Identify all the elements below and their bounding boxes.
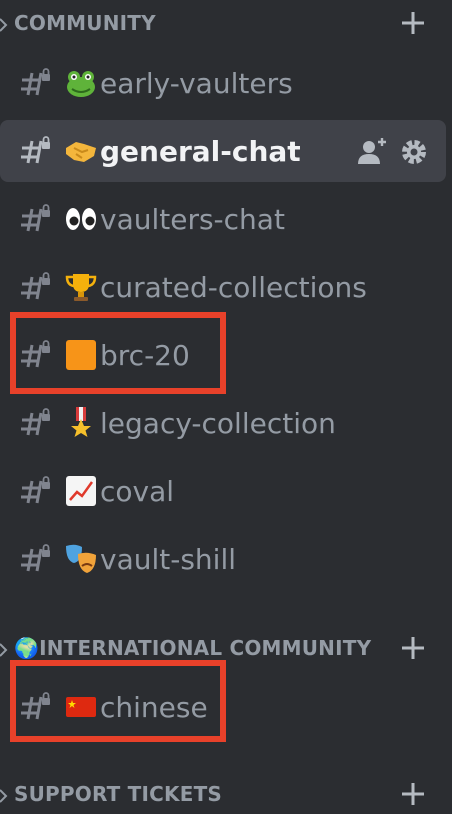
frog-emoji-icon	[67, 71, 95, 97]
category-community[interactable]: COMMUNITY	[0, 3, 452, 43]
china-flag-emoji-icon	[66, 697, 96, 717]
channel-early-vaulters[interactable]: early-vaulters	[0, 52, 446, 114]
channel-curated-collections[interactable]: curated-collections	[0, 256, 446, 318]
channel-coval[interactable]: coval	[0, 460, 446, 522]
channel-label: general-chat	[100, 134, 301, 168]
chevron-down-icon	[0, 18, 8, 32]
chevron-down-icon	[0, 643, 8, 657]
add-channel-icon[interactable]	[398, 8, 428, 38]
invite-user-icon[interactable]	[356, 136, 388, 168]
channel-label: early-vaulters	[100, 66, 293, 100]
channel-brc-20[interactable]: brc-20	[0, 324, 446, 386]
channel-legacy-collection[interactable]: legacy-collection	[0, 392, 446, 454]
channel-label: chinese	[100, 690, 208, 724]
category-label: SUPPORT TICKETS	[14, 782, 223, 806]
channel-label: curated-collections	[100, 270, 367, 304]
channel-label: vaulters-chat	[100, 202, 285, 236]
trophy-emoji-icon	[65, 274, 97, 301]
performing-arts-emoji-icon	[66, 544, 96, 573]
orange-square-emoji-icon	[66, 340, 96, 370]
category-label: 🌍INTERNATIONAL COMMUNITY	[14, 636, 372, 660]
locked-channel-hash-icon	[21, 204, 50, 232]
locked-channel-hash-icon	[21, 272, 50, 300]
locked-channel-hash-icon	[21, 136, 50, 164]
channel-general-chat[interactable]: general-chat	[0, 120, 446, 182]
category-support-tickets[interactable]: SUPPORT TICKETS	[0, 774, 452, 814]
gear-icon[interactable]	[398, 136, 430, 168]
channel-vaulters-chat[interactable]: vaulters-chat	[0, 188, 446, 250]
chevron-down-icon	[0, 789, 8, 803]
channel-vault-shill[interactable]: vault-shill	[0, 528, 446, 590]
eyes-emoji-icon	[66, 208, 96, 230]
add-channel-icon[interactable]	[398, 633, 428, 663]
locked-channel-hash-icon	[21, 476, 50, 504]
locked-channel-hash-icon	[21, 340, 50, 368]
channel-chinese[interactable]: chinese	[0, 676, 446, 738]
handshake-emoji-icon	[66, 142, 96, 162]
military-medal-emoji-icon	[71, 407, 91, 437]
channel-label: legacy-collection	[100, 406, 336, 440]
chart-increasing-emoji-icon	[66, 476, 96, 506]
channel-label: coval	[100, 474, 175, 508]
channel-label: brc-20	[100, 338, 190, 372]
category-label: COMMUNITY	[14, 11, 156, 35]
category-international-community[interactable]: 🌍INTERNATIONAL COMMUNITY	[0, 628, 452, 668]
locked-channel-hash-icon	[21, 692, 50, 720]
locked-channel-hash-icon	[21, 544, 50, 572]
locked-channel-hash-icon	[21, 408, 50, 436]
locked-channel-hash-icon	[21, 68, 50, 96]
add-channel-icon[interactable]	[398, 779, 428, 809]
channel-label: vault-shill	[100, 542, 237, 576]
